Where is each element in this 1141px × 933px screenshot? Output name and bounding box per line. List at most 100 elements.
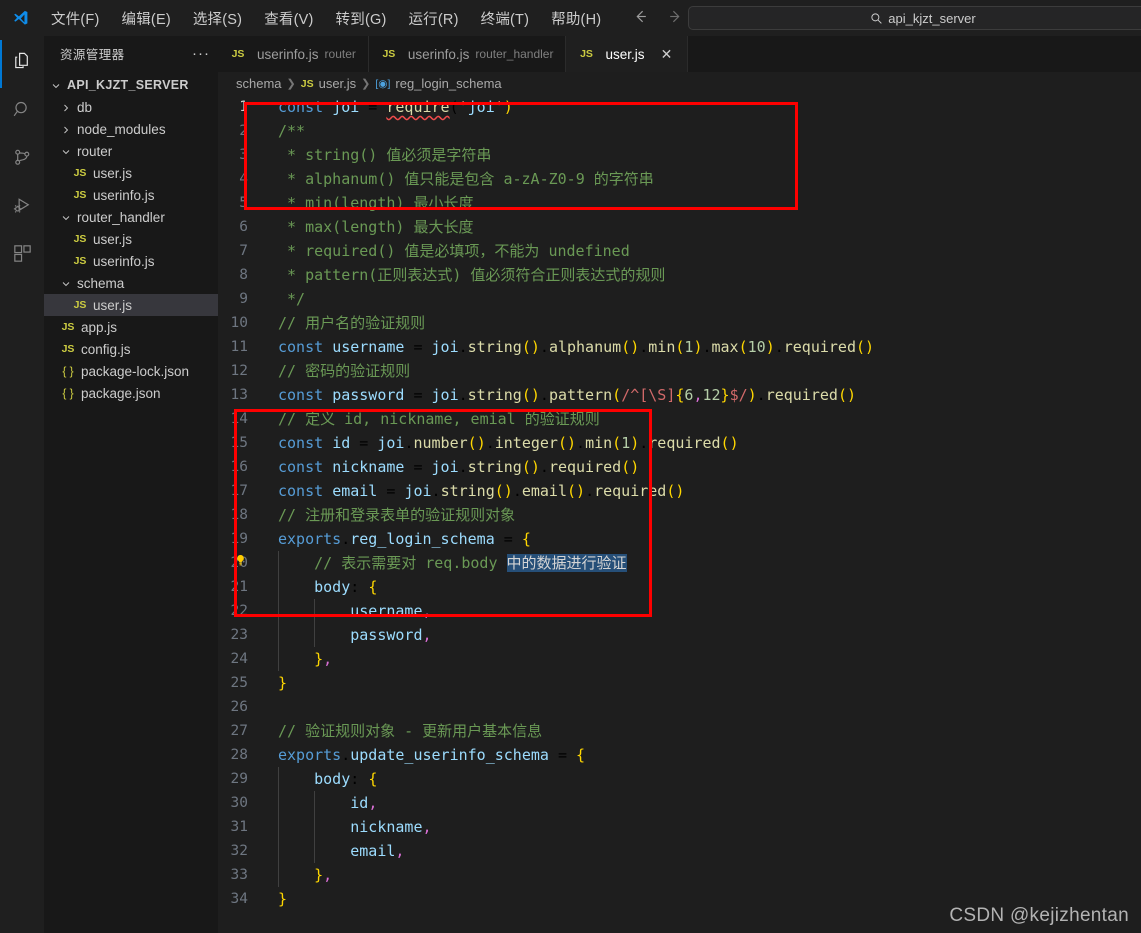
line-content: } — [278, 674, 288, 692]
line-number: 25 — [230, 675, 248, 691]
tree-item-db[interactable]: db — [44, 96, 218, 118]
line-content: * pattern(正则表达式) 值必须符合正则表达式的规则 — [278, 266, 666, 284]
json-file-icon: { } — [62, 386, 74, 400]
line-number: 3 — [239, 147, 248, 163]
menu-edit[interactable]: 编辑(E) — [111, 4, 182, 33]
chevron-down-icon[interactable] — [50, 79, 62, 91]
code-lines: 1 const joi = require('joi') 2 /** 3 * strin… — [218, 95, 1141, 933]
menu-run[interactable]: 运行(R) — [397, 4, 469, 33]
line-number: 2 — [239, 123, 248, 139]
breadcrumb-item-schema[interactable]: schema — [236, 76, 282, 91]
lightbulb-icon[interactable] — [234, 553, 247, 575]
tree-item-label: user.js — [93, 165, 133, 181]
menu-terminal[interactable]: 终端(T) — [470, 4, 541, 33]
activity-item-extensions[interactable] — [0, 232, 44, 280]
tree-item-app-js[interactable]: JS app.js — [44, 316, 218, 338]
watermark: CSDN @kejizhentan — [949, 905, 1129, 926]
line-number: 27 — [230, 723, 248, 739]
tree-item-package-json[interactable]: { } package.json — [44, 382, 218, 404]
activity-item-search[interactable] — [0, 88, 44, 136]
chevron-right-icon[interactable] — [60, 123, 72, 135]
line-number: 32 — [230, 843, 248, 859]
explorer-more-actions-icon[interactable]: ··· — [192, 46, 210, 61]
line-number: 5 — [239, 195, 248, 211]
chevron-down-icon[interactable] — [60, 277, 72, 289]
menu-file[interactable]: 文件(F) — [40, 4, 111, 33]
editor-tab-2[interactable]: JS userinfo.js router_handler — [368, 36, 567, 72]
line-content: id, — [270, 791, 377, 815]
tree-item-label: package.json — [81, 385, 161, 401]
arrow-right-icon[interactable] — [667, 8, 684, 28]
tree-item-label: API_KJZT_SERVER — [67, 78, 189, 92]
line-number: 30 — [230, 795, 248, 811]
code-line: 12 // 密码的验证规则 — [218, 359, 1141, 383]
quick-search-input[interactable]: api_kjzt_server — [688, 6, 1141, 30]
navigation-arrows — [632, 0, 684, 36]
tree-item-user-js[interactable]: JS user.js — [44, 228, 218, 250]
js-file-icon: JS — [231, 48, 245, 60]
js-file-icon: JS — [580, 48, 593, 60]
code-line: 31 nickname, — [218, 815, 1141, 839]
indent-guide — [278, 623, 279, 647]
code-line: 28 exports.update_userinfo_schema = { — [218, 743, 1141, 767]
chevron-down-icon[interactable] — [60, 211, 72, 223]
line-number: 21 — [230, 579, 248, 595]
chevron-down-icon[interactable] — [60, 145, 72, 157]
line-content: * alphanum() 值只能是包含 a-zA-Z0-9 的字符串 — [278, 170, 654, 188]
js-file-icon: JS — [73, 167, 87, 179]
tree-item-label: config.js — [81, 341, 131, 357]
tree-item-node-modules[interactable]: node_modules — [44, 118, 218, 140]
code-editor[interactable]: 1 const joi = require('joi') 2 /** 3 * strin… — [218, 95, 1141, 933]
line-content: // 定义 id, nickname, emial 的验证规则 — [278, 410, 600, 428]
chevron-right-icon: ❯ — [361, 78, 371, 90]
close-icon[interactable]: ✕ — [659, 46, 675, 63]
chevron-right-icon[interactable] — [60, 101, 72, 113]
breadcrumb-item-symbol[interactable]: reg_login_schema — [395, 76, 501, 91]
explorer-sidebar: 资源管理器 ··· API_KJZT_SERVER db node_modules r… — [44, 36, 218, 933]
tree-item-router-handler[interactable]: router_handler — [44, 206, 218, 228]
tree-item-api-kjzt-server[interactable]: API_KJZT_SERVER — [44, 74, 218, 96]
menu-go[interactable]: 转到(G) — [325, 4, 398, 33]
line-content: */ — [278, 290, 306, 308]
menu-view[interactable]: 查看(V) — [253, 4, 324, 33]
code-line: 18 // 注册和登录表单的验证规则对象 — [218, 503, 1141, 527]
tree-item-router[interactable]: router — [44, 140, 218, 162]
tree-item-label: user.js — [93, 231, 133, 247]
code-line: 29 body: { — [218, 767, 1141, 791]
indent-guide — [314, 815, 315, 839]
line-number: 13 — [230, 387, 248, 403]
code-line: 11 const username = joi.string().alphanum… — [218, 335, 1141, 359]
js-file-icon: JS — [73, 189, 87, 201]
search-icon — [870, 12, 883, 25]
tree-item-label: app.js — [81, 319, 118, 335]
line-content: username, — [270, 599, 432, 623]
line-number: 12 — [230, 363, 248, 379]
editor-tab-1[interactable]: JS userinfo.js router — [218, 36, 369, 72]
tree-item-user-js[interactable]: JS user.js — [44, 294, 218, 316]
editor-tab-3[interactable]: JS user.js ✕ — [566, 36, 688, 72]
code-line: 2 /** — [218, 119, 1141, 143]
menu-select[interactable]: 选择(S) — [182, 4, 253, 33]
tree-item-user-js[interactable]: JS user.js — [44, 162, 218, 184]
line-number: 28 — [230, 747, 248, 763]
menu-help[interactable]: 帮助(H) — [540, 4, 612, 33]
tree-item-userinfo-js[interactable]: JS userinfo.js — [44, 184, 218, 206]
breadcrumb-item-file[interactable]: user.js — [319, 76, 357, 91]
activity-item-run-and-debug[interactable] — [0, 184, 44, 232]
js-file-icon: JS — [300, 77, 314, 90]
code-line: 10 // 用户名的验证规则 — [218, 311, 1141, 335]
tree-item-label: router_handler — [77, 209, 165, 225]
activity-item-source-control[interactable] — [0, 136, 44, 184]
tree-item-userinfo-js[interactable]: JS userinfo.js — [44, 250, 218, 272]
tree-item-config-js[interactable]: JS config.js — [44, 338, 218, 360]
line-content: const nickname = joi.string().required() — [278, 458, 640, 476]
tree-item-package-lock-json[interactable]: { } package-lock.json — [44, 360, 218, 382]
tab-label: userinfo.js — [257, 46, 319, 62]
activity-item-explorer[interactable] — [0, 40, 44, 88]
indent-guide — [278, 599, 279, 623]
code-line: 27 // 验证规则对象 - 更新用户基本信息 — [218, 719, 1141, 743]
arrow-left-icon[interactable] — [632, 8, 649, 28]
tree-item-schema[interactable]: schema — [44, 272, 218, 294]
line-content: exports.reg_login_schema = { — [278, 530, 531, 548]
line-content: * string() 值必须是字符串 — [278, 146, 492, 164]
